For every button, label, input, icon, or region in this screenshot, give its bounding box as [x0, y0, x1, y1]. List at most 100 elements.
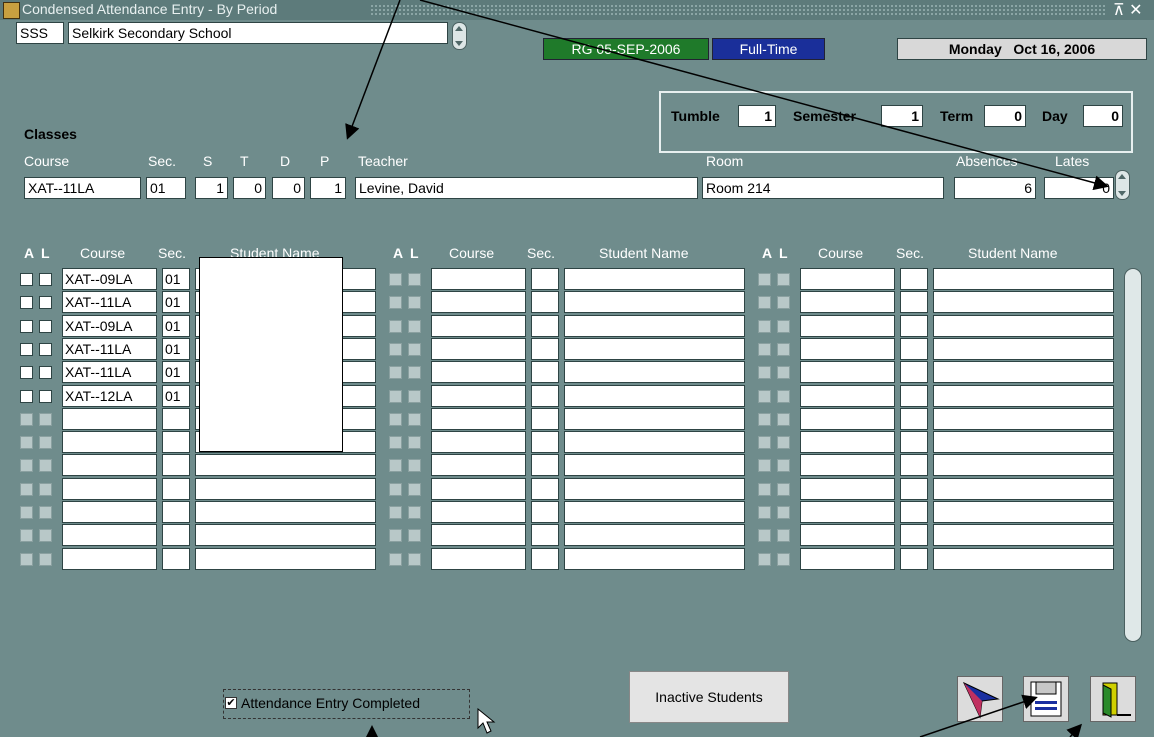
absent-checkbox[interactable]	[20, 529, 33, 542]
sec-cell[interactable]	[531, 291, 559, 313]
late-checkbox[interactable]	[777, 343, 790, 356]
student-name-cell[interactable]	[933, 431, 1114, 453]
sec-cell[interactable]	[900, 431, 928, 453]
navigate-button[interactable]	[957, 676, 1003, 722]
course-cell[interactable]: XAT--11LA	[62, 361, 157, 383]
student-name-cell[interactable]	[195, 524, 376, 546]
sec-cell[interactable]	[900, 268, 928, 290]
absent-checkbox[interactable]	[758, 436, 771, 449]
course-cell[interactable]	[431, 548, 526, 570]
absent-checkbox[interactable]	[20, 506, 33, 519]
course-cell[interactable]	[62, 501, 157, 523]
absent-checkbox[interactable]	[758, 296, 771, 309]
student-name-cell[interactable]	[564, 478, 745, 500]
course-cell[interactable]	[800, 431, 895, 453]
course-cell[interactable]	[800, 548, 895, 570]
school-code-field[interactable]: SSS	[16, 22, 64, 44]
school-name-field[interactable]: Selkirk Secondary School	[68, 22, 448, 44]
course-cell[interactable]	[431, 431, 526, 453]
course-cell[interactable]	[62, 431, 157, 453]
course-cell[interactable]	[62, 408, 157, 430]
student-name-cell[interactable]	[933, 501, 1114, 523]
absent-checkbox[interactable]	[20, 366, 33, 379]
absent-checkbox[interactable]	[758, 413, 771, 426]
late-checkbox[interactable]	[408, 529, 421, 542]
absent-checkbox[interactable]	[758, 273, 771, 286]
student-name-cell[interactable]	[933, 408, 1114, 430]
late-checkbox[interactable]	[777, 296, 790, 309]
course-cell[interactable]	[431, 315, 526, 337]
sec-cell[interactable]	[531, 524, 559, 546]
student-name-cell[interactable]	[564, 291, 745, 313]
student-name-cell[interactable]	[564, 501, 745, 523]
absent-checkbox[interactable]	[20, 436, 33, 449]
course-cell[interactable]	[431, 291, 526, 313]
absent-checkbox[interactable]	[389, 296, 402, 309]
absent-checkbox[interactable]	[758, 483, 771, 496]
late-checkbox[interactable]	[39, 296, 52, 309]
absent-checkbox[interactable]	[758, 366, 771, 379]
absent-checkbox[interactable]	[20, 296, 33, 309]
late-checkbox[interactable]	[777, 413, 790, 426]
late-checkbox[interactable]	[408, 366, 421, 379]
sec-cell[interactable]	[531, 361, 559, 383]
course-cell[interactable]	[800, 361, 895, 383]
course-cell[interactable]: XAT--11LA	[62, 338, 157, 360]
school-scroll-spinner[interactable]	[452, 22, 467, 50]
late-checkbox[interactable]	[408, 273, 421, 286]
room-field[interactable]: Room 214	[702, 177, 944, 199]
absent-checkbox[interactable]	[389, 436, 402, 449]
class-s-field[interactable]: 1	[195, 177, 228, 199]
absent-checkbox[interactable]	[389, 506, 402, 519]
student-name-cell[interactable]	[195, 548, 376, 570]
sec-cell[interactable]	[531, 454, 559, 476]
absent-checkbox[interactable]	[389, 483, 402, 496]
late-checkbox[interactable]	[39, 320, 52, 333]
course-cell[interactable]	[62, 478, 157, 500]
student-name-cell[interactable]	[564, 548, 745, 570]
lates-field[interactable]: 0	[1044, 177, 1114, 199]
absent-checkbox[interactable]	[758, 390, 771, 403]
semester-field[interactable]: 1	[881, 105, 923, 127]
attendance-completed-checkbox[interactable]: ✔ Attendance Entry Completed	[223, 689, 470, 719]
late-checkbox[interactable]	[39, 553, 52, 566]
absent-checkbox[interactable]	[389, 529, 402, 542]
late-checkbox[interactable]	[39, 273, 52, 286]
late-checkbox[interactable]	[39, 459, 52, 472]
course-cell[interactable]	[800, 291, 895, 313]
late-checkbox[interactable]	[777, 529, 790, 542]
absent-checkbox[interactable]	[389, 366, 402, 379]
student-name-cell[interactable]	[564, 385, 745, 407]
sec-cell[interactable]	[162, 524, 190, 546]
course-cell[interactable]: XAT--09LA	[62, 268, 157, 290]
course-cell[interactable]: XAT--09LA	[62, 315, 157, 337]
sec-cell[interactable]	[162, 548, 190, 570]
late-checkbox[interactable]	[777, 483, 790, 496]
late-checkbox[interactable]	[39, 506, 52, 519]
sec-cell[interactable]: 01	[162, 315, 190, 337]
course-cell[interactable]	[800, 408, 895, 430]
late-checkbox[interactable]	[39, 390, 52, 403]
sec-cell[interactable]	[531, 385, 559, 407]
late-checkbox[interactable]	[408, 483, 421, 496]
course-cell[interactable]	[800, 338, 895, 360]
sec-cell[interactable]	[900, 338, 928, 360]
student-name-cell[interactable]	[564, 431, 745, 453]
sec-cell[interactable]: 01	[162, 268, 190, 290]
student-name-cell[interactable]	[933, 361, 1114, 383]
student-name-cell[interactable]	[564, 454, 745, 476]
student-name-cell[interactable]	[933, 291, 1114, 313]
course-cell[interactable]	[431, 454, 526, 476]
late-checkbox[interactable]	[39, 529, 52, 542]
late-checkbox[interactable]	[408, 320, 421, 333]
late-checkbox[interactable]	[39, 436, 52, 449]
absent-checkbox[interactable]	[389, 459, 402, 472]
student-name-cell[interactable]	[933, 315, 1114, 337]
sec-cell[interactable]	[900, 361, 928, 383]
late-checkbox[interactable]	[39, 343, 52, 356]
absent-checkbox[interactable]	[758, 529, 771, 542]
student-name-cell[interactable]	[195, 501, 376, 523]
class-d-field[interactable]: 0	[272, 177, 305, 199]
absent-checkbox[interactable]	[20, 343, 33, 356]
student-name-cell[interactable]	[564, 315, 745, 337]
